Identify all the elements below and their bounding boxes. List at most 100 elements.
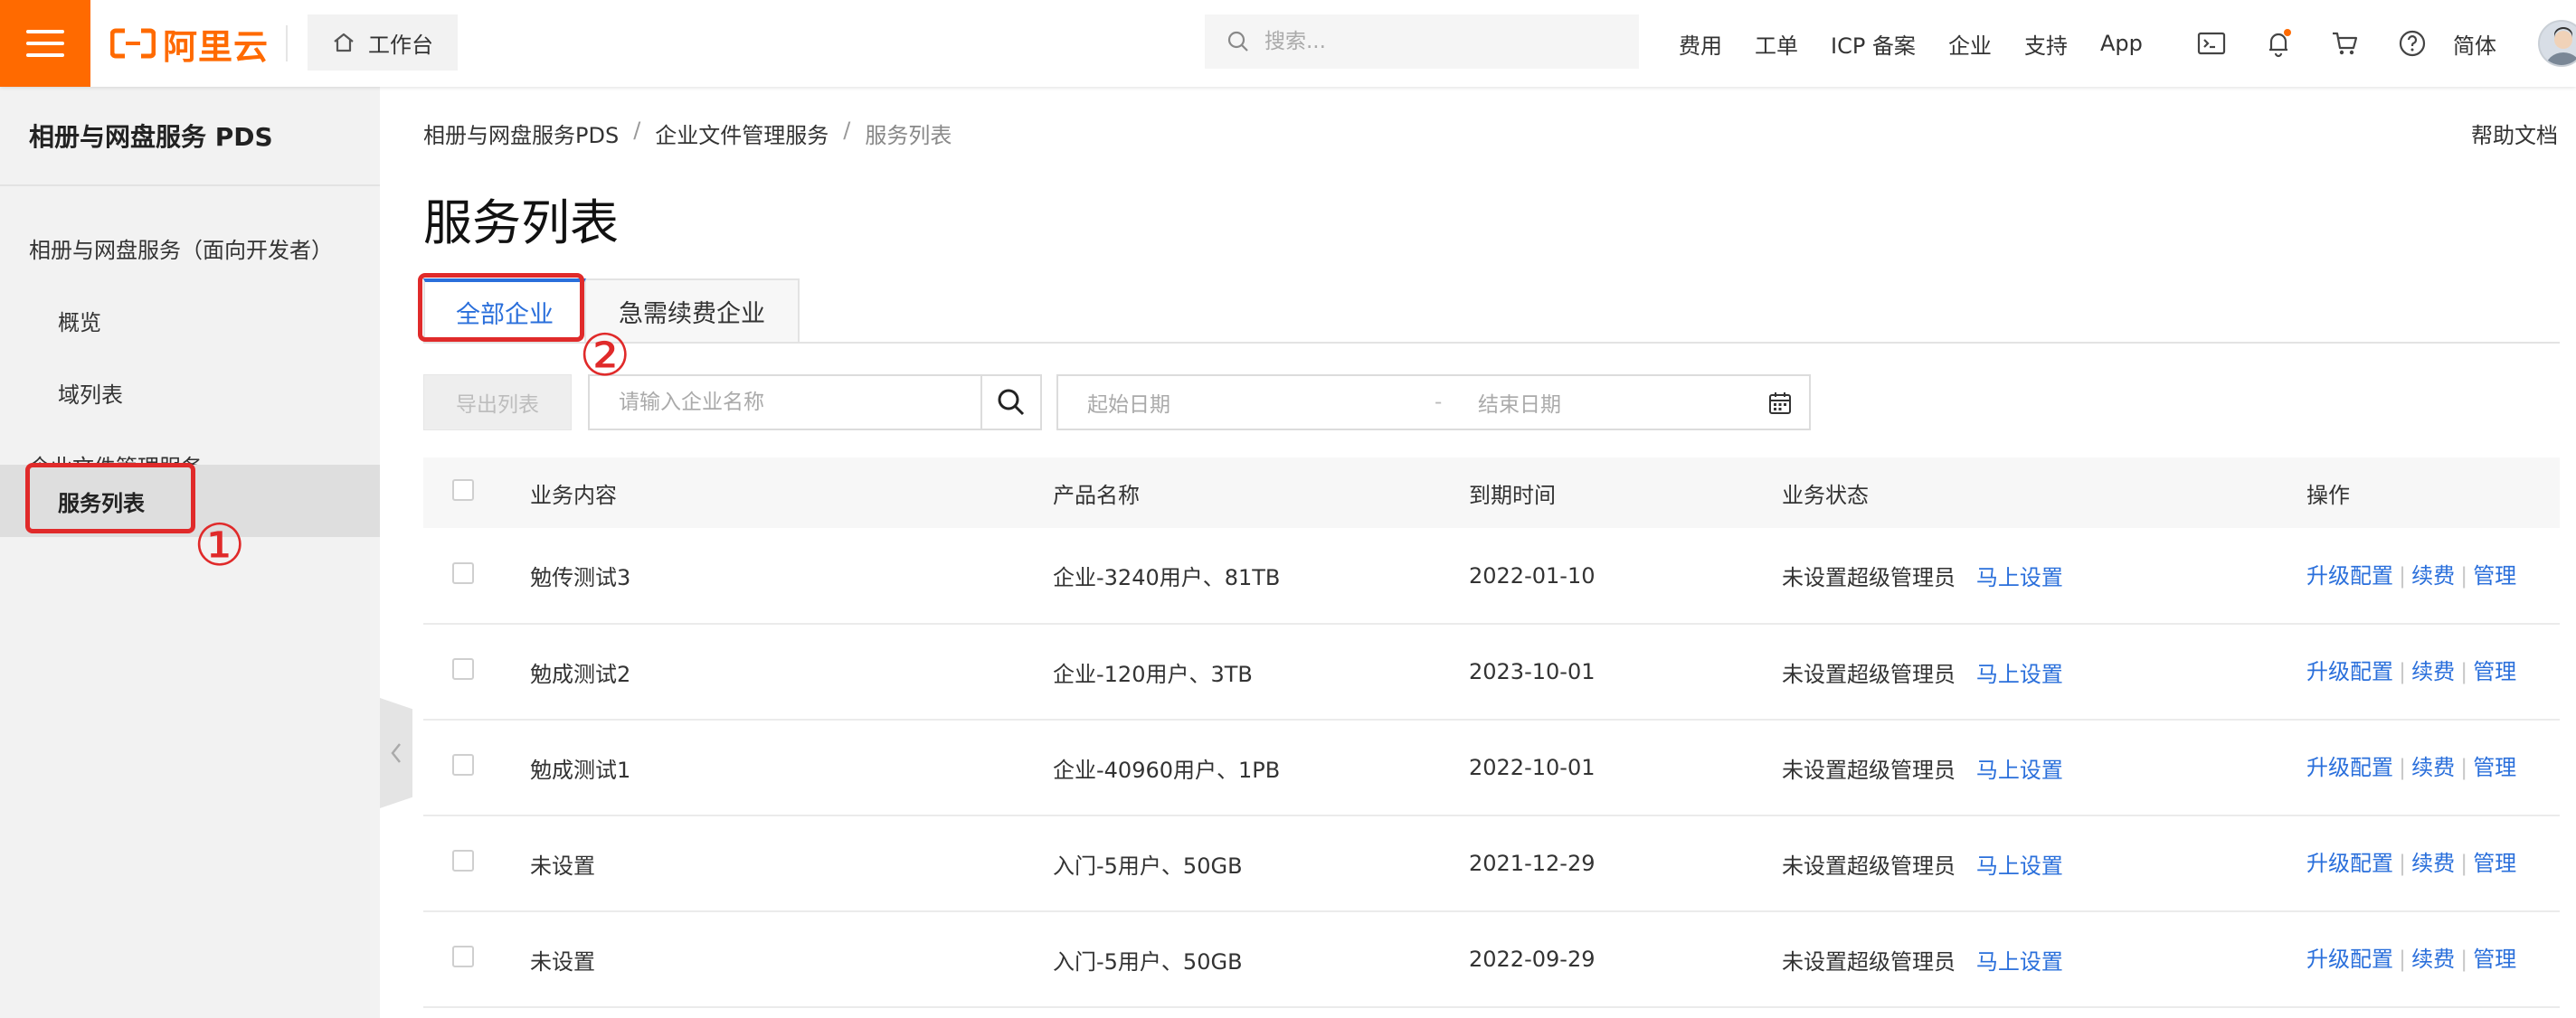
row-checkbox[interactable]: [452, 561, 474, 584]
workbench-label: 工作台: [368, 32, 433, 58]
search-icon: [1227, 31, 1248, 52]
renew-link[interactable]: 续费: [2411, 659, 2455, 684]
header-business: 业务内容: [530, 482, 617, 508]
upgrade-link[interactable]: 升级配置: [2306, 563, 2393, 589]
set-admin-link[interactable]: 马上设置: [1976, 949, 2063, 975]
manage-link[interactable]: 管理: [2473, 563, 2516, 589]
help-icon[interactable]: [2397, 28, 2428, 59]
row-select-cell: [423, 815, 530, 911]
aliyun-logo-icon: [110, 28, 156, 59]
tab-all-enterprises[interactable]: 全部企业: [423, 278, 586, 344]
end-date-placeholder[interactable]: 结束日期: [1478, 387, 1561, 418]
sidebar-group-developer[interactable]: 相册与网盘服务（面向开发者）: [0, 212, 380, 284]
op-separator: |: [2460, 947, 2468, 972]
upgrade-link[interactable]: 升级配置: [2306, 755, 2393, 780]
header-operations: 操作: [2306, 482, 2350, 508]
breadcrumb-item[interactable]: 相册与网盘服务PDS: [423, 118, 619, 149]
calendar-icon[interactable]: [1767, 391, 1793, 416]
row-select-cell: [423, 720, 530, 815]
bell-icon[interactable]: [2263, 28, 2294, 59]
breadcrumb-current: 服务列表: [865, 123, 952, 148]
renew-link[interactable]: 续费: [2411, 851, 2455, 876]
help-docs-link[interactable]: 帮助文档: [2471, 118, 2558, 149]
aliyun-logo[interactable]: 阿里云: [110, 22, 269, 67]
cell-operations: 升级配置 | 续费 | 管理: [2306, 815, 2560, 911]
page-title: 服务列表: [423, 194, 619, 251]
home-icon: [334, 33, 354, 52]
nav-icp[interactable]: ICP 备案: [1831, 28, 1916, 60]
set-admin-link[interactable]: 马上设置: [1976, 565, 2063, 590]
workbench-button[interactable]: 工作台: [308, 14, 458, 71]
table-header-row: 业务内容 产品名称 到期时间 业务状态 操作: [423, 457, 2560, 528]
search-button[interactable]: [982, 374, 1042, 430]
cell-operations: 升级配置 | 续费 | 管理: [2306, 911, 2560, 1007]
upgrade-link[interactable]: 升级配置: [2306, 947, 2393, 972]
row-checkbox[interactable]: [452, 850, 474, 872]
set-admin-link[interactable]: 马上设置: [1976, 853, 2063, 879]
select-all-checkbox[interactable]: [452, 479, 474, 501]
row-checkbox[interactable]: [452, 658, 474, 680]
cell-expire: 2022-09-29: [1469, 947, 1596, 972]
export-list-button[interactable]: 导出列表: [423, 374, 572, 430]
global-search-input[interactable]: [1264, 30, 1608, 53]
header-status: 业务状态: [1782, 482, 1869, 508]
nav-app[interactable]: App: [2100, 31, 2143, 56]
cart-icon[interactable]: [2330, 28, 2361, 59]
sidebar-item-overview[interactable]: 概览: [0, 284, 380, 356]
cell-product: 入门-5用户、50GB: [1053, 853, 1243, 879]
nav-tickets[interactable]: 工单: [1755, 28, 1798, 60]
manage-link[interactable]: 管理: [2473, 755, 2516, 780]
renew-link[interactable]: 续费: [2411, 563, 2455, 589]
start-date-placeholder[interactable]: 起始日期: [1087, 387, 1170, 418]
cell-business: 勉成测试2: [530, 661, 631, 687]
cell-expire: 2022-01-10: [1469, 562, 1596, 589]
row-checkbox[interactable]: [452, 946, 474, 967]
status-text: 未设置超级管理员: [1782, 757, 1956, 783]
manage-link[interactable]: 管理: [2473, 659, 2516, 684]
upgrade-link[interactable]: 升级配置: [2306, 851, 2393, 876]
status-text: 未设置超级管理员: [1782, 853, 1956, 879]
enterprise-name-field[interactable]: [588, 374, 982, 430]
renew-link[interactable]: 续费: [2411, 947, 2455, 972]
breadcrumb-item[interactable]: 企业文件管理服务: [655, 118, 829, 149]
row-select-cell: [423, 911, 530, 1007]
row-select-cell: [423, 528, 530, 624]
nav-support[interactable]: 支持: [2024, 28, 2068, 60]
row-checkbox[interactable]: [452, 754, 474, 776]
cell-status: 未设置超级管理员 马上设置: [1782, 528, 2306, 624]
header-expire: 到期时间: [1469, 482, 1556, 508]
manage-link[interactable]: 管理: [2473, 947, 2516, 972]
op-separator: |: [2460, 562, 2468, 589]
cell-business: 勉成测试1: [530, 757, 631, 783]
sidebar-item-service-list[interactable]: 服务列表: [0, 465, 380, 537]
nav-enterprise[interactable]: 企业: [1948, 28, 1992, 60]
cell-expire: 2022-10-01: [1469, 755, 1596, 780]
set-admin-link[interactable]: 马上设置: [1976, 758, 2063, 783]
global-search[interactable]: [1205, 14, 1639, 69]
cell-business: 未设置: [530, 853, 595, 879]
user-avatar[interactable]: [2538, 20, 2576, 67]
cell-operations: 升级配置 | 续费 | 管理: [2306, 720, 2560, 815]
set-admin-link[interactable]: 马上设置: [1976, 662, 2063, 687]
logo-text: 阿里云: [163, 26, 270, 67]
enterprise-name-input[interactable]: [619, 391, 980, 414]
manage-link[interactable]: 管理: [2473, 851, 2516, 876]
language-switch[interactable]: 简体: [2453, 0, 2496, 87]
table-row: 未设置 入门-5用户、50GB 2022-09-29 未设置超级管理员 马上设置…: [423, 911, 2560, 1007]
sidebar: 相册与网盘服务 PDS 相册与网盘服务（面向开发者） 概览 域列表 企业文件管理…: [0, 87, 380, 1018]
op-separator: |: [2460, 659, 2468, 684]
renew-link[interactable]: 续费: [2411, 755, 2455, 780]
tab-bar: 全部企业 急需续费企业: [423, 278, 800, 344]
hamburger-menu-icon[interactable]: [0, 0, 90, 87]
date-range-picker[interactable]: 起始日期 - 结束日期: [1056, 374, 1811, 430]
nav-billing[interactable]: 费用: [1679, 28, 1722, 60]
sidebar-item-domains[interactable]: 域列表: [0, 356, 380, 429]
upgrade-link[interactable]: 升级配置: [2306, 659, 2393, 684]
sidebar-title: 相册与网盘服务 PDS: [29, 122, 273, 152]
service-table: 业务内容 产品名称 到期时间 业务状态 操作 勉传测试3 企业-3240用户、8…: [423, 457, 2560, 1008]
terminal-icon[interactable]: [2196, 28, 2227, 59]
tab-urgent-renewal[interactable]: 急需续费企业: [586, 278, 800, 344]
topbar-divider: [286, 25, 288, 61]
cell-expire: 2023-10-01: [1469, 659, 1596, 684]
op-separator: |: [2460, 851, 2468, 876]
